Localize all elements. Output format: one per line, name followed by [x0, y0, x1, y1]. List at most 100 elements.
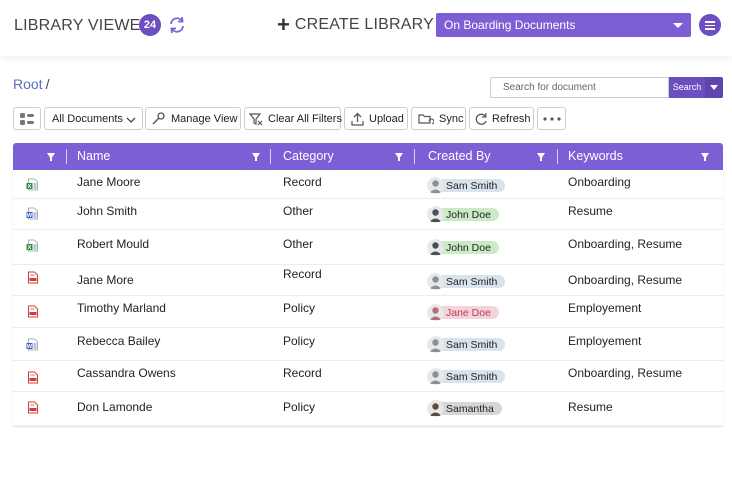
document-name: Jane Moore [77, 175, 141, 189]
document-name: John Smith [77, 204, 138, 218]
svg-text:W: W [27, 344, 33, 350]
user-chip[interactable]: Sam Smith [427, 336, 506, 353]
filter-icon[interactable] [537, 153, 545, 161]
column-header-name[interactable]: Name [77, 143, 110, 170]
filter-icon[interactable] [47, 153, 55, 161]
library-count-badge: 24 [139, 14, 161, 36]
document-keywords: Resume [568, 400, 613, 414]
user-chip[interactable]: Sam Smith [427, 177, 506, 194]
view-select-value: All Documents [52, 112, 123, 125]
document-keywords: Onboarding [568, 175, 631, 189]
filter-icon[interactable] [395, 153, 403, 161]
document-keywords: Employement [568, 301, 642, 315]
filter-icon[interactable] [701, 153, 709, 161]
document-category: Other [283, 204, 314, 218]
sync-label: Sync [439, 112, 464, 125]
breadcrumb-root[interactable]: Root [13, 76, 43, 92]
library-select-value: On Boarding Documents [444, 18, 576, 32]
document-category: Other [283, 237, 314, 251]
sync-button[interactable]: Sync [411, 107, 466, 130]
column-header-keywords[interactable]: Keywords [568, 143, 623, 170]
document-keywords: Employement [568, 334, 642, 348]
avatar [427, 400, 444, 417]
user-chip-name: John Doe [446, 241, 491, 254]
pdf-file-icon [28, 401, 38, 414]
document-name: Rebecca Bailey [77, 334, 161, 348]
refresh-button[interactable]: Refresh [469, 107, 534, 130]
svg-text:W: W [27, 213, 33, 219]
app-header: LIBRARY VIEWER 24 + CREATE LIBRARY On Bo… [0, 0, 732, 56]
search-options-dropdown[interactable] [705, 77, 723, 98]
document-keywords: Onboarding, Resume [568, 273, 683, 287]
clear-filters-button[interactable]: Clear All Filters [244, 107, 342, 130]
chevron-down-icon [126, 117, 136, 123]
sync-folder-icon [418, 113, 434, 125]
table-row[interactable]: W Rebecca Bailey Policy Employement Sam Smit… [13, 328, 723, 361]
documents-table: Name Category Created By Keywords X Jane … [13, 143, 723, 426]
word-file-icon: W [26, 338, 38, 351]
filter-clear-icon [249, 112, 263, 125]
column-header-created-by[interactable]: Created By [428, 143, 491, 170]
table-row[interactable]: Don Lamonde Policy Resume Samantha [13, 392, 723, 426]
create-library-label: CREATE LIBRARY [294, 16, 434, 33]
document-keywords: Onboarding, Resume [568, 366, 683, 380]
grid-view-icon [20, 112, 34, 125]
app-title: LIBRARY VIEWER [14, 17, 153, 34]
breadcrumb: Root / [13, 76, 49, 92]
table-header: Name Category Created By Keywords [13, 143, 723, 170]
more-options-button[interactable] [537, 107, 566, 130]
create-library-button[interactable]: + CREATE LIBRARY [277, 14, 434, 36]
refresh-label: Refresh [492, 112, 531, 125]
pdf-file-icon [28, 305, 38, 318]
sync-icon[interactable] [166, 14, 188, 36]
search-input[interactable] [490, 77, 669, 98]
table-row[interactable]: W John Smith Other Resume John Doe [13, 199, 723, 230]
user-chip-name: Sam Smith [446, 338, 498, 351]
user-chip[interactable]: John Doe [427, 206, 499, 223]
user-chip[interactable]: Sam Smith [427, 273, 506, 290]
excel-file-icon: X [26, 178, 38, 191]
table-row[interactable]: Timothy Marland Policy Employement Jane Doe [13, 296, 723, 328]
search-button[interactable]: Search [669, 77, 705, 98]
view-toggle-button[interactable] [13, 107, 41, 130]
user-chip[interactable]: Sam Smith [427, 368, 506, 385]
table-row[interactable]: X Jane Moore Record Onboarding Sam Smith [13, 170, 723, 199]
document-name: Robert Mould [77, 237, 150, 251]
document-category: Policy [283, 334, 316, 348]
avatar [427, 177, 444, 194]
table-row[interactable]: X Robert Mould Other Onboarding, Resume John… [13, 230, 723, 265]
view-select-dropdown[interactable]: All Documents [44, 107, 143, 130]
user-chip-name: Jane Doe [446, 306, 491, 319]
upload-button[interactable]: Upload [344, 107, 408, 130]
user-chip-name: John Doe [446, 208, 491, 221]
user-chip[interactable]: John Doe [427, 239, 499, 256]
search-bar: Search [490, 77, 723, 98]
document-keywords: Resume [568, 204, 613, 218]
table-row[interactable]: Jane More Record Onboarding, Resume Sam Smi… [13, 265, 723, 296]
filter-icon[interactable] [252, 153, 260, 161]
upload-icon [351, 112, 364, 126]
hamburger-icon [705, 21, 715, 23]
menu-button[interactable] [699, 14, 721, 36]
wrench-icon [152, 111, 165, 124]
manage-view-button[interactable]: Manage View [145, 107, 241, 130]
chevron-down-icon [673, 23, 683, 28]
user-chip-name: Sam Smith [446, 179, 498, 192]
library-select[interactable]: On Boarding Documents [436, 13, 691, 37]
user-chip[interactable]: Samantha [427, 400, 502, 417]
document-category: Policy [283, 400, 316, 414]
user-chip-name: Samantha [446, 402, 494, 415]
avatar [427, 336, 444, 353]
document-name: Don Lamonde [77, 400, 153, 414]
pdf-file-icon [28, 271, 38, 284]
avatar [427, 239, 444, 256]
document-category: Record [283, 366, 322, 380]
table-row[interactable]: Cassandra Owens Record Onboarding, Resume S… [13, 361, 723, 392]
column-header-category[interactable]: Category [283, 143, 334, 170]
user-chip[interactable]: Jane Doe [427, 304, 499, 321]
svg-text:X: X [28, 245, 32, 251]
upload-label: Upload [369, 112, 404, 125]
more-icon [542, 116, 561, 121]
refresh-icon [475, 112, 487, 125]
document-category: Record [283, 267, 322, 281]
